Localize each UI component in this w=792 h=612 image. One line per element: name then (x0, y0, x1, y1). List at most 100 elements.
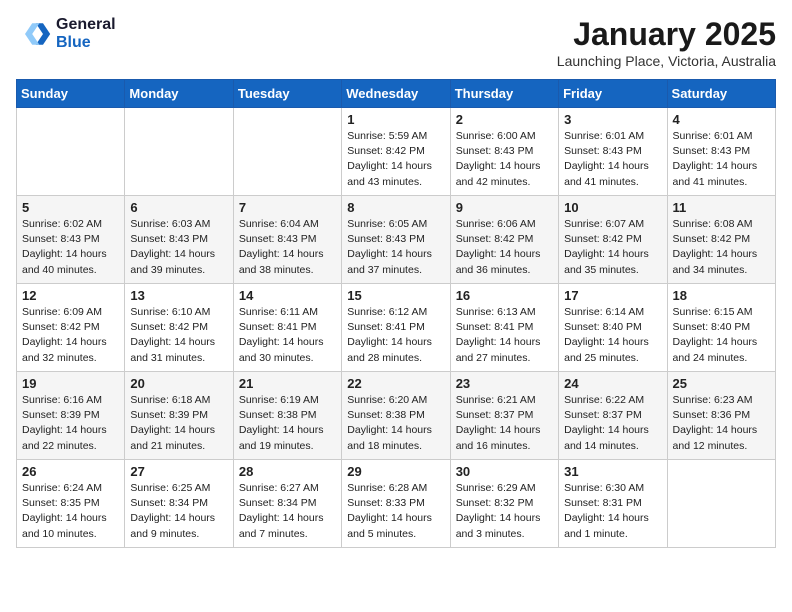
day-info: Sunrise: 6:27 AM Sunset: 8:34 PM Dayligh… (239, 481, 336, 542)
calendar-day-2: 2 Sunrise: 6:00 AM Sunset: 8:43 PM Daylig… (450, 108, 558, 196)
calendar-empty-cell (125, 108, 233, 196)
day-number: 19 (22, 376, 119, 391)
header-friday: Friday (559, 80, 667, 108)
calendar-empty-cell (667, 460, 775, 548)
calendar-day-6: 6Sunrise: 6:03 AM Sunset: 8:43 PM Daylig… (125, 196, 233, 284)
calendar-day-11: 11 Sunrise: 6:08 AM Sunset: 8:42 PM Dayli… (667, 196, 775, 284)
header-saturday: Saturday (667, 80, 775, 108)
page-header: General Blue January 2025 Launching Plac… (16, 16, 776, 69)
day-number: 23 (456, 376, 553, 391)
calendar-day-21: 21 Sunrise: 6:19 AM Sunset: 8:38 PM Dayli… (233, 372, 341, 460)
calendar-table: SundayMondayTuesdayWednesdayThursdayFrid… (16, 79, 776, 548)
calendar-day-10: 10Sunrise: 6:07 AM Sunset: 8:42 PM Dayli… (559, 196, 667, 284)
day-number: 24 (564, 376, 661, 391)
calendar-day-25: 25 Sunrise: 6:23 AM Sunset: 8:36 PM Dayli… (667, 372, 775, 460)
day-info: Sunrise: 6:12 AM Sunset: 8:41 PM Dayligh… (347, 305, 444, 366)
calendar-empty-cell (233, 108, 341, 196)
calendar-day-26: 26 Sunrise: 6:24 AM Sunset: 8:35 PM Dayli… (17, 460, 125, 548)
day-info: Sunrise: 6:19 AM Sunset: 8:38 PM Dayligh… (239, 393, 336, 454)
day-info: Sunrise: 6:29 AM Sunset: 8:32 PM Dayligh… (456, 481, 553, 542)
logo-icon (16, 16, 52, 52)
day-number: 18 (673, 288, 770, 303)
day-number: 21 (239, 376, 336, 391)
day-number: 20 (130, 376, 227, 391)
day-info: Sunrise: 6:28 AM Sunset: 8:33 PM Dayligh… (347, 481, 444, 542)
day-info: Sunrise: 6:14 AM Sunset: 8:40 PM Dayligh… (564, 305, 661, 366)
calendar-day-20: 20 Sunrise: 6:18 AM Sunset: 8:39 PM Dayli… (125, 372, 233, 460)
calendar-day-31: 31Sunrise: 6:30 AM Sunset: 8:31 PM Dayli… (559, 460, 667, 548)
calendar-day-23: 23 Sunrise: 6:21 AM Sunset: 8:37 PM Dayli… (450, 372, 558, 460)
day-info: Sunrise: 6:21 AM Sunset: 8:37 PM Dayligh… (456, 393, 553, 454)
calendar-day-1: 1Sunrise: 5:59 AM Sunset: 8:42 PM Daylig… (342, 108, 450, 196)
day-number: 13 (130, 288, 227, 303)
day-info: Sunrise: 6:13 AM Sunset: 8:41 PM Dayligh… (456, 305, 553, 366)
calendar-day-12: 12Sunrise: 6:09 AM Sunset: 8:42 PM Dayli… (17, 284, 125, 372)
calendar-day-28: 28 Sunrise: 6:27 AM Sunset: 8:34 PM Dayli… (233, 460, 341, 548)
calendar-week-row: 26 Sunrise: 6:24 AM Sunset: 8:35 PM Dayli… (17, 460, 776, 548)
day-info: Sunrise: 6:01 AM Sunset: 8:43 PM Dayligh… (564, 129, 661, 190)
calendar-day-17: 17 Sunrise: 6:14 AM Sunset: 8:40 PM Dayli… (559, 284, 667, 372)
day-number: 22 (347, 376, 444, 391)
calendar-day-29: 29 Sunrise: 6:28 AM Sunset: 8:33 PM Dayli… (342, 460, 450, 548)
calendar-day-13: 13 Sunrise: 6:10 AM Sunset: 8:42 PM Dayli… (125, 284, 233, 372)
day-info: Sunrise: 6:11 AM Sunset: 8:41 PM Dayligh… (239, 305, 336, 366)
day-number: 25 (673, 376, 770, 391)
calendar-day-3: 3Sunrise: 6:01 AM Sunset: 8:43 PM Daylig… (559, 108, 667, 196)
logo: General Blue (16, 16, 116, 52)
day-info: Sunrise: 6:15 AM Sunset: 8:40 PM Dayligh… (673, 305, 770, 366)
calendar-day-14: 14 Sunrise: 6:11 AM Sunset: 8:41 PM Dayli… (233, 284, 341, 372)
day-number: 9 (456, 200, 553, 215)
calendar-week-row: 12Sunrise: 6:09 AM Sunset: 8:42 PM Dayli… (17, 284, 776, 372)
calendar-day-19: 19Sunrise: 6:16 AM Sunset: 8:39 PM Dayli… (17, 372, 125, 460)
calendar-day-4: 4Sunrise: 6:01 AM Sunset: 8:43 PM Daylig… (667, 108, 775, 196)
title-area: January 2025 Launching Place, Victoria, … (557, 16, 776, 69)
day-number: 8 (347, 200, 444, 215)
day-number: 28 (239, 464, 336, 479)
day-number: 26 (22, 464, 119, 479)
day-number: 11 (673, 200, 770, 215)
calendar-day-5: 5Sunrise: 6:02 AM Sunset: 8:43 PM Daylig… (17, 196, 125, 284)
day-number: 6 (130, 200, 227, 215)
calendar-day-22: 22 Sunrise: 6:20 AM Sunset: 8:38 PM Dayli… (342, 372, 450, 460)
calendar-day-15: 15 Sunrise: 6:12 AM Sunset: 8:41 PM Dayli… (342, 284, 450, 372)
day-info: Sunrise: 6:30 AM Sunset: 8:31 PM Dayligh… (564, 481, 661, 542)
day-number: 14 (239, 288, 336, 303)
header-tuesday: Tuesday (233, 80, 341, 108)
header-wednesday: Wednesday (342, 80, 450, 108)
day-info: Sunrise: 6:08 AM Sunset: 8:42 PM Dayligh… (673, 217, 770, 278)
day-info: Sunrise: 6:10 AM Sunset: 8:42 PM Dayligh… (130, 305, 227, 366)
calendar-day-9: 9Sunrise: 6:06 AM Sunset: 8:42 PM Daylig… (450, 196, 558, 284)
calendar-week-row: 19Sunrise: 6:16 AM Sunset: 8:39 PM Dayli… (17, 372, 776, 460)
calendar-week-row: 5Sunrise: 6:02 AM Sunset: 8:43 PM Daylig… (17, 196, 776, 284)
day-number: 16 (456, 288, 553, 303)
day-number: 17 (564, 288, 661, 303)
calendar-day-30: 30Sunrise: 6:29 AM Sunset: 8:32 PM Dayli… (450, 460, 558, 548)
day-info: Sunrise: 6:22 AM Sunset: 8:37 PM Dayligh… (564, 393, 661, 454)
day-info: Sunrise: 6:07 AM Sunset: 8:42 PM Dayligh… (564, 217, 661, 278)
calendar-day-18: 18 Sunrise: 6:15 AM Sunset: 8:40 PM Dayli… (667, 284, 775, 372)
day-info: Sunrise: 6:09 AM Sunset: 8:42 PM Dayligh… (22, 305, 119, 366)
header-monday: Monday (125, 80, 233, 108)
day-info: Sunrise: 6:23 AM Sunset: 8:36 PM Dayligh… (673, 393, 770, 454)
day-info: Sunrise: 6:25 AM Sunset: 8:34 PM Dayligh… (130, 481, 227, 542)
calendar-day-24: 24 Sunrise: 6:22 AM Sunset: 8:37 PM Dayli… (559, 372, 667, 460)
day-number: 29 (347, 464, 444, 479)
header-sunday: Sunday (17, 80, 125, 108)
day-number: 2 (456, 112, 553, 127)
day-number: 15 (347, 288, 444, 303)
calendar-day-27: 27 Sunrise: 6:25 AM Sunset: 8:34 PM Dayli… (125, 460, 233, 548)
day-info: Sunrise: 6:00 AM Sunset: 8:43 PM Dayligh… (456, 129, 553, 190)
day-info: Sunrise: 6:18 AM Sunset: 8:39 PM Dayligh… (130, 393, 227, 454)
header-thursday: Thursday (450, 80, 558, 108)
day-number: 1 (347, 112, 444, 127)
day-info: Sunrise: 6:24 AM Sunset: 8:35 PM Dayligh… (22, 481, 119, 542)
day-info: Sunrise: 6:02 AM Sunset: 8:43 PM Dayligh… (22, 217, 119, 278)
logo-text: General Blue (56, 16, 116, 52)
calendar-week-row: 1Sunrise: 5:59 AM Sunset: 8:42 PM Daylig… (17, 108, 776, 196)
day-info: Sunrise: 6:20 AM Sunset: 8:38 PM Dayligh… (347, 393, 444, 454)
day-number: 27 (130, 464, 227, 479)
calendar-day-7: 7Sunrise: 6:04 AM Sunset: 8:43 PM Daylig… (233, 196, 341, 284)
calendar-day-16: 16 Sunrise: 6:13 AM Sunset: 8:41 PM Dayli… (450, 284, 558, 372)
month-title: January 2025 (557, 16, 776, 53)
day-number: 4 (673, 112, 770, 127)
